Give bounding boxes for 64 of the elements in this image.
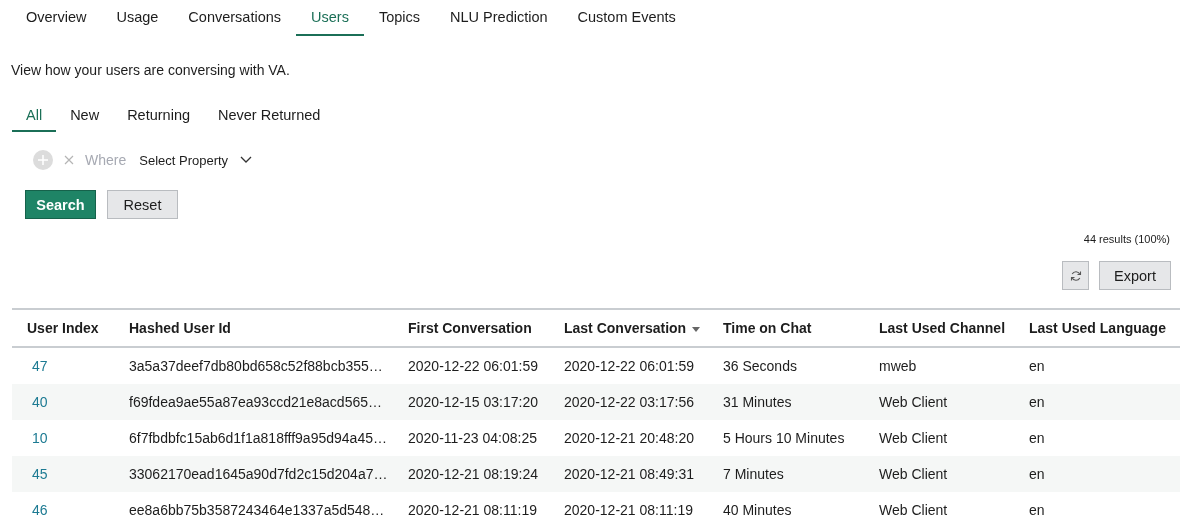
nav-tab[interactable]: NLU Prediction bbox=[435, 0, 563, 36]
table-cell: 2020-12-22 06:01:59 bbox=[408, 358, 538, 374]
segment-tab[interactable]: Never Returned bbox=[204, 100, 335, 132]
table-cell: 5 Hours 10 Minutes bbox=[723, 430, 845, 446]
column-header[interactable]: Last Used Language bbox=[1014, 309, 1180, 347]
column-header[interactable]: First Conversation bbox=[393, 309, 549, 347]
chevron-down-icon bbox=[240, 156, 253, 164]
table-cell: 2020-12-21 20:48:20 bbox=[564, 430, 694, 446]
segment-tab[interactable]: All bbox=[12, 100, 57, 132]
column-header[interactable]: User Index bbox=[12, 309, 114, 347]
table-cell: 2020-12-21 08:49:31 bbox=[564, 466, 694, 482]
column-header[interactable]: Last Conversation bbox=[549, 309, 708, 347]
table-cell: Web Client bbox=[879, 502, 948, 518]
table-cell: Web Client bbox=[879, 394, 948, 410]
table-cell: 3a5a37deef7db80bd658c52f88bcb355… bbox=[129, 358, 383, 374]
table-cell: 2020-12-22 03:17:56 bbox=[564, 394, 694, 410]
segment-tab[interactable]: Returning bbox=[113, 100, 204, 132]
property-dropdown[interactable]: Select Property bbox=[139, 152, 253, 168]
table-cell: 2020-12-21 08:11:19 bbox=[564, 502, 693, 518]
refresh-button[interactable] bbox=[1062, 261, 1089, 290]
table-cell: en bbox=[1029, 430, 1045, 446]
column-header[interactable]: Last Used Channel bbox=[864, 309, 1014, 347]
table-cell: en bbox=[1029, 394, 1045, 410]
column-header[interactable]: Hashed User Id bbox=[114, 309, 393, 347]
table-cell: 33062170ead1645a90d7fd2c15d204a7… bbox=[129, 466, 388, 482]
nav-tab[interactable]: Topics bbox=[363, 0, 436, 36]
nav-tab[interactable]: Conversations bbox=[173, 0, 297, 36]
nav-tab[interactable]: Custom Events bbox=[562, 0, 691, 36]
table-cell: en bbox=[1029, 502, 1045, 518]
table-cell: mweb bbox=[879, 358, 917, 374]
table-cell: 7 Minutes bbox=[723, 466, 784, 482]
user-index-link[interactable]: 45 bbox=[27, 466, 48, 482]
table-cell: 31 Minutes bbox=[723, 394, 792, 410]
table-cell: ee8a6bb75b3587243464e1337a5d548… bbox=[129, 502, 385, 518]
user-index-link[interactable]: 46 bbox=[27, 502, 48, 518]
results-count: 44 results (100%) bbox=[1083, 233, 1170, 245]
where-label: Where bbox=[85, 152, 127, 168]
table-cell: en bbox=[1029, 358, 1045, 374]
reset-button[interactable]: Reset bbox=[107, 190, 178, 219]
table-cell: 2020-12-21 08:11:19 bbox=[408, 502, 537, 518]
export-button[interactable]: Export bbox=[1099, 261, 1171, 290]
table-cell: 2020-12-21 08:19:24 bbox=[408, 466, 538, 482]
user-index-link[interactable]: 47 bbox=[27, 358, 48, 374]
table-cell: 2020-12-15 03:17:20 bbox=[408, 394, 538, 410]
user-index-link[interactable]: 10 bbox=[27, 430, 48, 446]
nav-tab[interactable]: Users bbox=[296, 0, 364, 36]
search-button[interactable]: Search bbox=[25, 190, 96, 219]
sort-caret-icon[interactable] bbox=[692, 326, 701, 332]
nav-tab[interactable]: Overview bbox=[11, 0, 102, 36]
user-index-link[interactable]: 40 bbox=[27, 394, 48, 410]
table-cell: en bbox=[1029, 466, 1045, 482]
refresh-icon bbox=[1069, 269, 1082, 282]
nav-tab[interactable]: Usage bbox=[101, 0, 174, 36]
table-cell: 40 Minutes bbox=[723, 502, 792, 518]
page-description: View how your users are conversing with VA. bbox=[11, 62, 291, 78]
table-cell: 6f7fbdbfc15ab6d1f1a818fff9a95d94a45… bbox=[129, 430, 387, 446]
table-cell: f69fdea9ae55a87ea93ccd21e8acd565… bbox=[129, 394, 382, 410]
table-cell: Web Client bbox=[879, 430, 948, 446]
table-cell: Web Client bbox=[879, 466, 948, 482]
table-cell: 2020-12-22 06:01:59 bbox=[564, 358, 694, 374]
table-cell: 36 Seconds bbox=[723, 358, 797, 374]
segment-tab[interactable]: New bbox=[56, 100, 114, 132]
table-cell: 2020-11-23 04:08:25 bbox=[408, 430, 537, 446]
column-header[interactable]: Time on Chat bbox=[708, 309, 864, 347]
